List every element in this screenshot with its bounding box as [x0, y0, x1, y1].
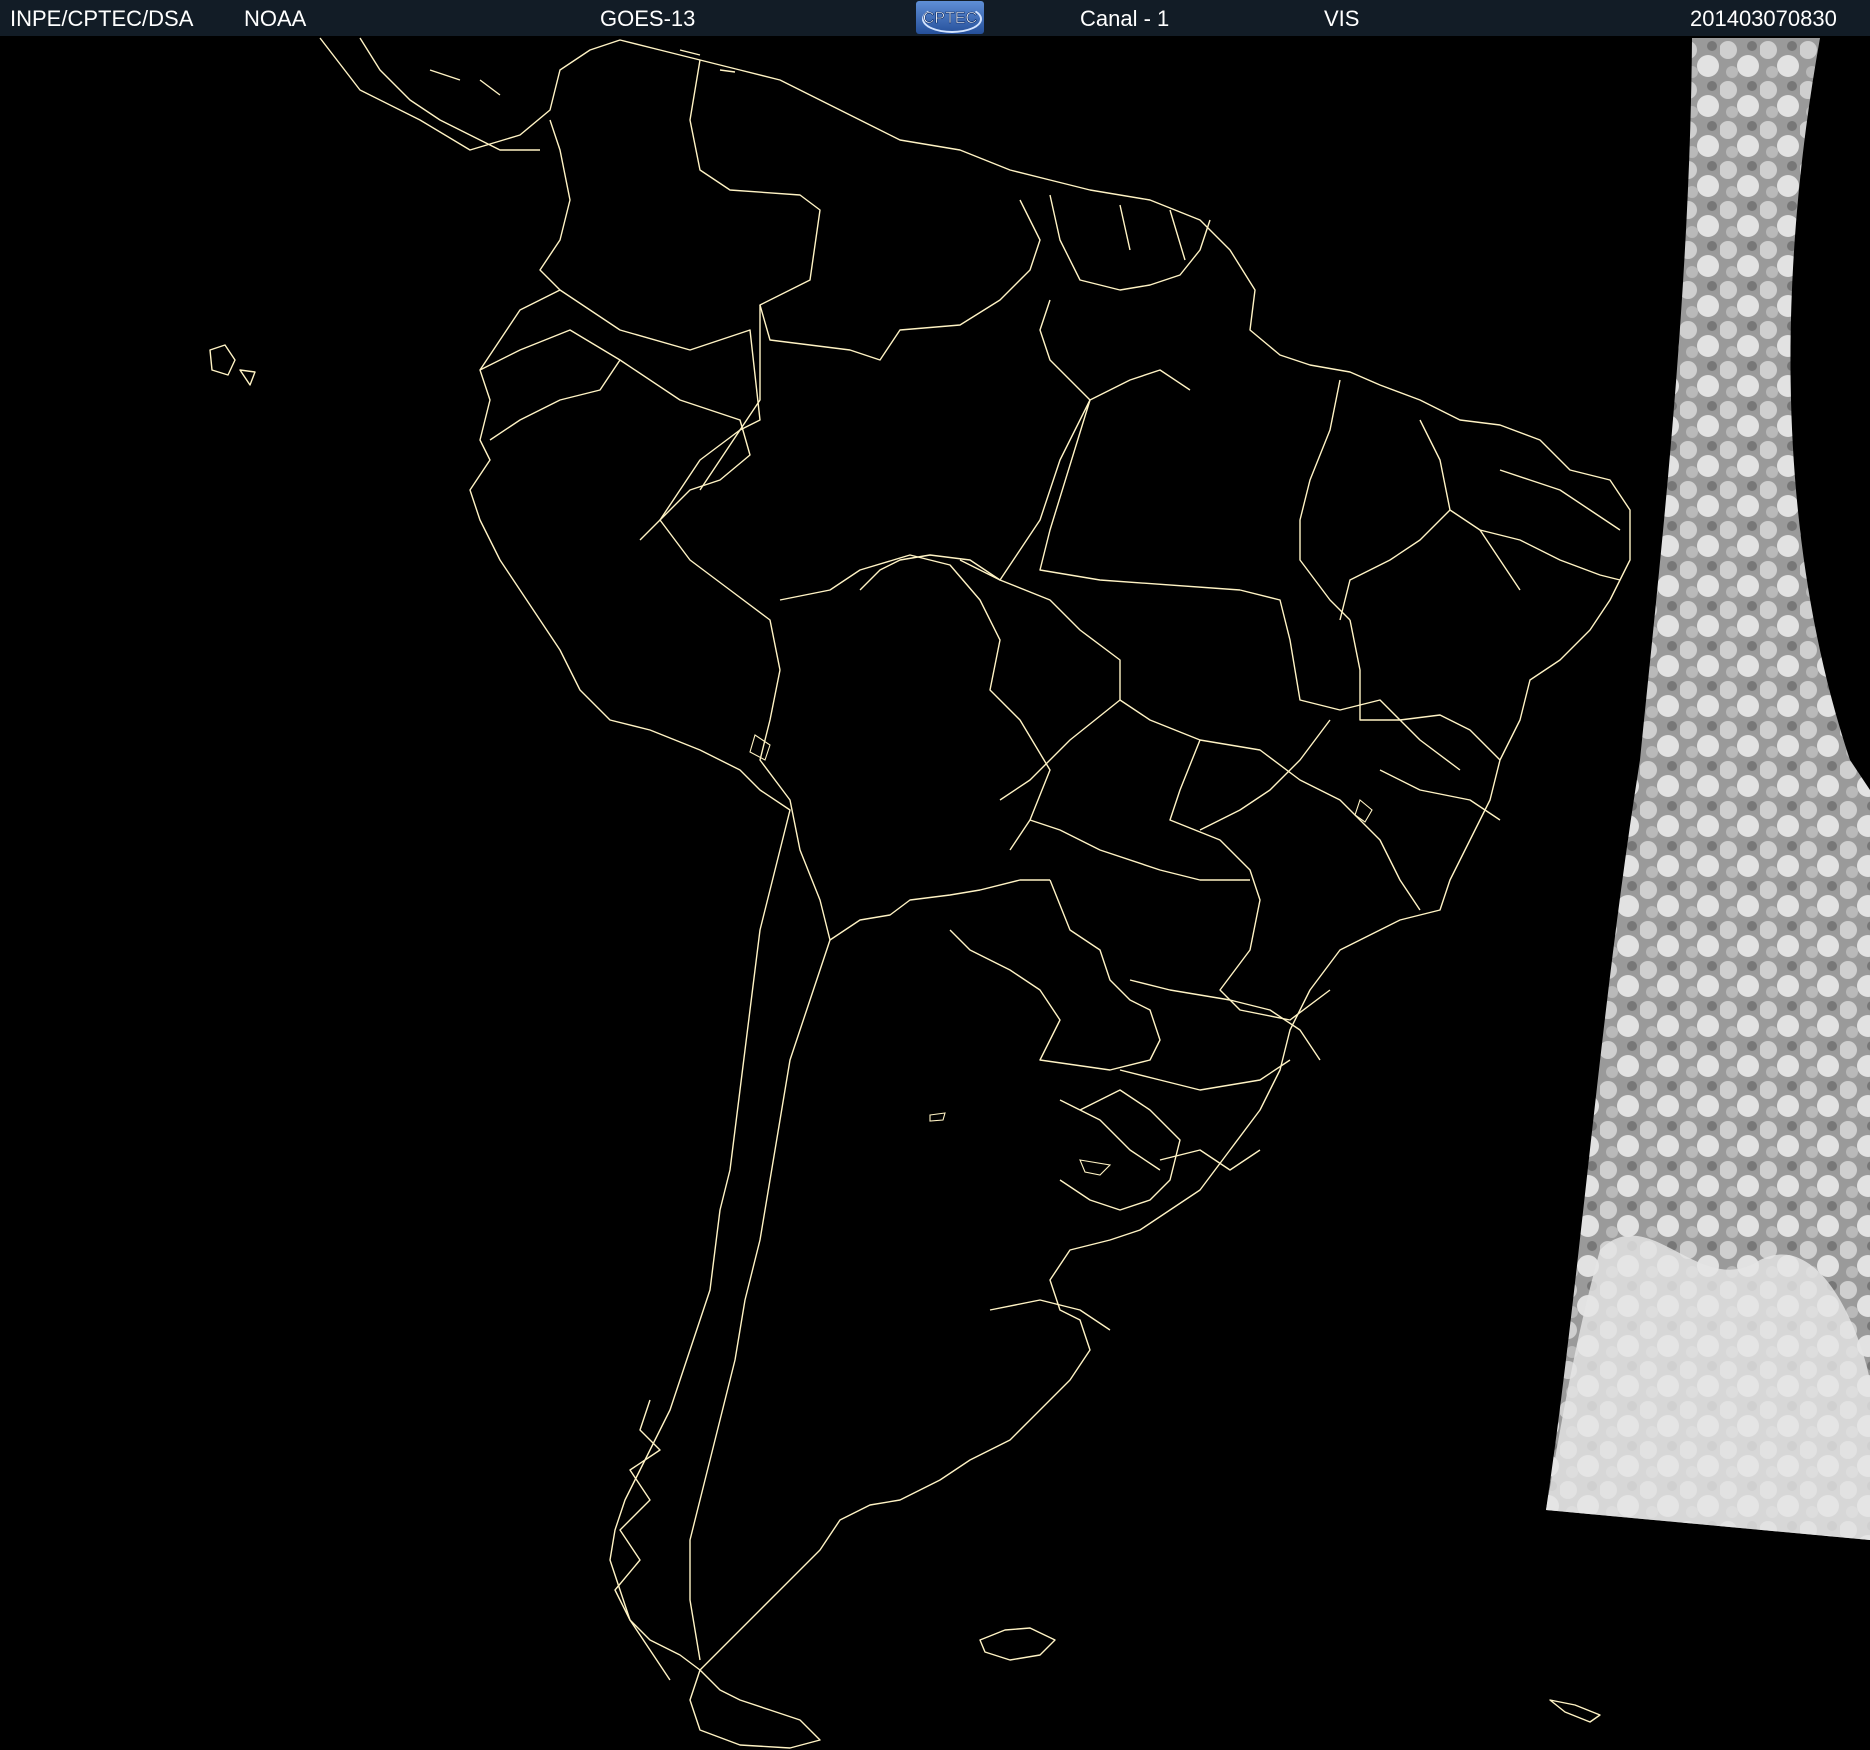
timestamp-label: 201403070830 [1690, 6, 1837, 31]
border-brazil-north [859, 399, 1091, 591]
falkland-islands [979, 1627, 1056, 1661]
border-brazil-inner-6 [1029, 819, 1250, 881]
border-bolivia-brazil [779, 554, 1051, 851]
border-paraguay [949, 879, 1161, 1071]
border-uruguay [1059, 1089, 1181, 1211]
central-america-coast [359, 37, 540, 151]
border-brazil-inner-7 [1129, 979, 1321, 1061]
border-ecuador [479, 329, 621, 441]
satellite-label: GOES-13 [600, 6, 696, 31]
border-brazil-inner-4 [1119, 699, 1421, 911]
border-brazil-inner-1 [1039, 399, 1241, 591]
border-peru-bolivia [759, 669, 831, 941]
galapagos-islands [209, 344, 256, 386]
border-brazil-northeast-4 [1499, 469, 1621, 531]
border-brazil-inner-8 [1119, 1059, 1291, 1091]
cptec-logo: CPTEC [916, 1, 984, 34]
header-bar: INPE/CPTEC/DSA NOAA GOES-13 CPTEC Canal … [0, 0, 1870, 37]
institution-label: INPE/CPTEC/DSA [10, 6, 194, 31]
band-label: VIS [1324, 6, 1360, 31]
border-brazil-southeast [1199, 719, 1501, 831]
map-svg [209, 37, 1870, 1749]
lake-titicaca [749, 734, 771, 761]
border-argentina-chile [689, 939, 831, 1661]
border-brazil-northeast-1 [1299, 379, 1351, 621]
logo-text: CPTEC [923, 10, 977, 27]
south-georgia-island [1549, 1699, 1601, 1723]
lake-features [749, 734, 1373, 1176]
border-guyanas [1049, 194, 1211, 291]
lake-feature-2 [1079, 1159, 1112, 1176]
chile-fjords [614, 1399, 671, 1681]
south-america-outline-icon [209, 37, 1631, 1749]
agency-label: NOAA [244, 6, 307, 31]
border-argentina-provinces [989, 1099, 1161, 1331]
coastline [319, 37, 1631, 1749]
border-brazil-northeast-3 [1339, 509, 1451, 621]
channel-label: Canal - 1 [1080, 6, 1170, 31]
border-colombia [559, 289, 761, 541]
satellite-image [0, 36, 1870, 1750]
lake-feature-1 [1354, 799, 1373, 823]
border-bolivia-south [829, 879, 1050, 941]
border-brazil-inner-3 [1239, 589, 1461, 771]
lake-feature-3 [929, 1112, 946, 1122]
border-brazil-east [1349, 619, 1501, 761]
border-brazil-northeast-2 [1419, 419, 1521, 591]
border-venezuela [689, 59, 1041, 361]
border-brazil-northeast-5 [1479, 529, 1621, 581]
border-brazil-inner-2 [959, 559, 1121, 801]
border-brazil-north-2 [1039, 299, 1191, 401]
cloud-highlights [1546, 1235, 1870, 1540]
